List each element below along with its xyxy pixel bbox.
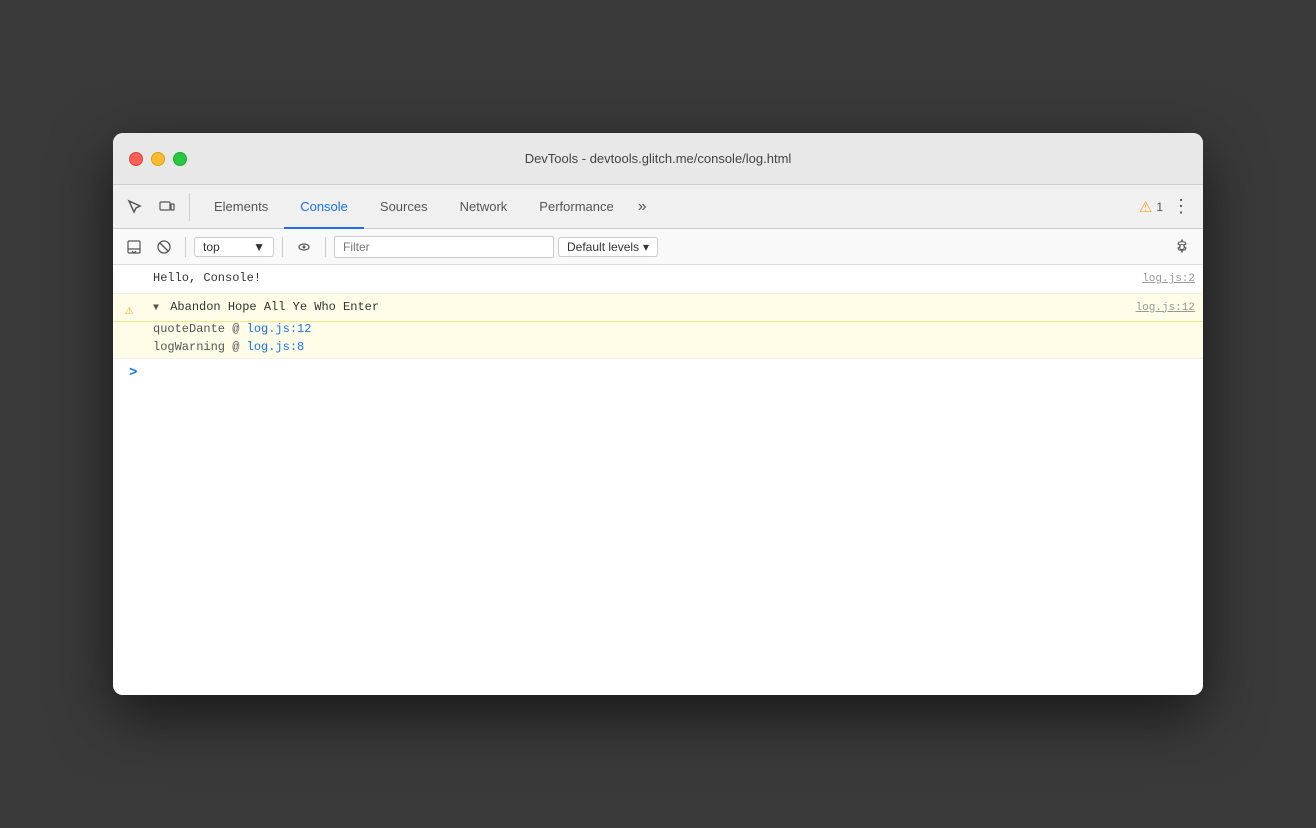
tab-icon-group <box>121 193 190 221</box>
console-content: Hello, Console! log.js:2 ⚠ ▼ Abandon Hop… <box>113 265 1203 695</box>
clear-console-icon[interactable] <box>151 234 177 260</box>
console-prompt: > <box>129 365 137 381</box>
log-entry-warning: ⚠ ▼ Abandon Hope All Ye Who Enter log.js… <box>113 294 1203 323</box>
warning-count-button[interactable]: ⚠ 1 <box>1139 198 1163 216</box>
toolbar-divider <box>185 237 186 257</box>
more-tabs-button[interactable]: » <box>630 198 655 216</box>
traffic-lights <box>129 152 187 166</box>
tab-end-icons: ⚠ 1 ⋮ <box>1135 193 1195 221</box>
log-entry-info: Hello, Console! log.js:2 <box>113 265 1203 294</box>
log-text-hello: Hello, Console! <box>153 269 1134 288</box>
close-button[interactable] <box>129 152 143 166</box>
stack-link-1[interactable]: log.js:12 <box>247 322 312 336</box>
filter-input[interactable] <box>334 236 554 258</box>
tabs-bar: Elements Console Sources Network Perform… <box>113 185 1203 229</box>
tab-performance[interactable]: Performance <box>523 185 629 229</box>
stack-line-2: logWarning @ log.js:8 <box>113 340 1203 358</box>
tab-console[interactable]: Console <box>284 185 364 229</box>
console-toolbar: top ▼ Default levels ▾ <box>113 229 1203 265</box>
log-text-warning: ▼ Abandon Hope All Ye Who Enter <box>153 298 1128 317</box>
warning-triangle-icon: ⚠ <box>125 300 133 322</box>
tab-sources[interactable]: Sources <box>364 185 444 229</box>
show-drawer-icon[interactable] <box>121 234 147 260</box>
stack-line-1: quoteDante @ log.js:12 <box>113 322 1203 340</box>
log-levels-button[interactable]: Default levels ▾ <box>558 237 658 257</box>
device-toggle-icon[interactable] <box>153 193 181 221</box>
console-input-row: > <box>113 358 1203 387</box>
minimize-button[interactable] <box>151 152 165 166</box>
console-input-field[interactable] <box>145 366 1195 380</box>
stack-link-2[interactable]: log.js:8 <box>247 340 305 354</box>
warning-icon: ⚠ <box>1139 198 1152 216</box>
log-source-hello[interactable]: log.js:2 <box>1142 269 1195 289</box>
inspector-icon[interactable] <box>121 193 149 221</box>
log-source-warning[interactable]: log.js:12 <box>1136 298 1195 318</box>
devtools-window: DevTools - devtools.glitch.me/console/lo… <box>113 133 1203 695</box>
toolbar-divider3 <box>325 237 326 257</box>
maximize-button[interactable] <box>173 152 187 166</box>
console-settings-icon[interactable] <box>1169 234 1195 260</box>
titlebar: DevTools - devtools.glitch.me/console/lo… <box>113 133 1203 185</box>
context-selector[interactable]: top ▼ <box>194 237 274 257</box>
live-expressions-icon[interactable] <box>291 234 317 260</box>
expand-icon[interactable]: ▼ <box>153 303 159 314</box>
window-title: DevTools - devtools.glitch.me/console/lo… <box>525 151 792 166</box>
toolbar-divider2 <box>282 237 283 257</box>
devtools-menu-icon[interactable]: ⋮ <box>1167 193 1195 221</box>
tab-network[interactable]: Network <box>444 185 524 229</box>
tab-elements[interactable]: Elements <box>198 185 284 229</box>
